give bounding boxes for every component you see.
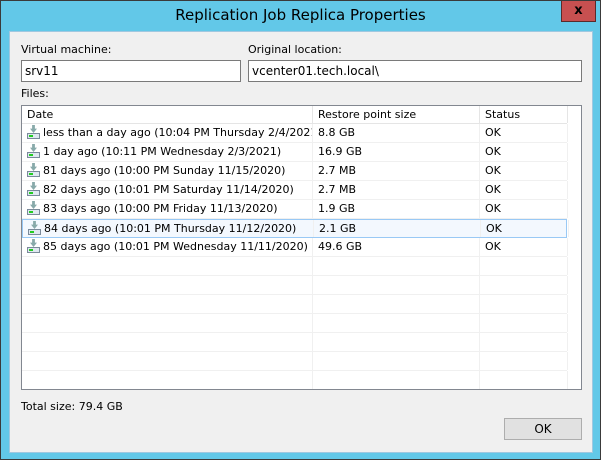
date-text: 83 days ago (10:00 PM Friday 11/13/2020) bbox=[43, 202, 278, 215]
empty-row bbox=[22, 352, 568, 371]
date-cell: 82 days ago (10:01 PM Saturday 11/14/202… bbox=[22, 181, 313, 199]
table-row[interactable]: 1 day ago (10:11 PM Wednesday 2/3/2021) 1… bbox=[22, 143, 568, 162]
ok-button[interactable]: OK bbox=[504, 418, 582, 440]
size-cell: 49.6 GB bbox=[313, 238, 480, 256]
status-cell: OK bbox=[480, 181, 568, 199]
table-row[interactable]: 85 days ago (10:01 PM Wednesday 11/11/20… bbox=[22, 238, 568, 257]
column-header-status[interactable]: Status bbox=[480, 106, 568, 123]
empty-row bbox=[22, 276, 568, 295]
size-cell: 2.7 MB bbox=[313, 181, 480, 199]
date-text: less than a day ago (10:04 PM Thursday 2… bbox=[43, 126, 313, 139]
empty-row bbox=[22, 333, 568, 352]
original-location-label: Original location: bbox=[248, 43, 342, 56]
restore-point-icon bbox=[27, 125, 40, 139]
size-cell: 8.8 GB bbox=[313, 124, 480, 142]
restore-point-icon bbox=[27, 163, 40, 177]
restore-point-icon bbox=[28, 221, 41, 235]
size-cell: 1.9 GB bbox=[313, 200, 480, 218]
empty-row bbox=[22, 314, 568, 333]
date-text: 1 day ago (10:11 PM Wednesday 2/3/2021) bbox=[43, 145, 282, 158]
date-cell: 81 days ago (10:00 PM Sunday 11/15/2020) bbox=[22, 162, 313, 180]
empty-row bbox=[22, 371, 568, 389]
column-header-size[interactable]: Restore point size bbox=[313, 106, 480, 123]
date-text: 82 days ago (10:01 PM Saturday 11/14/202… bbox=[43, 183, 294, 196]
status-cell: OK bbox=[480, 238, 568, 256]
size-cell: 2.1 GB bbox=[314, 220, 481, 237]
date-cell: 83 days ago (10:00 PM Friday 11/13/2020) bbox=[22, 200, 313, 218]
table-row[interactable]: 81 days ago (10:00 PM Sunday 11/15/2020)… bbox=[22, 162, 568, 181]
close-button[interactable]: x bbox=[561, 1, 596, 22]
files-label: Files: bbox=[21, 87, 49, 100]
date-cell: 85 days ago (10:01 PM Wednesday 11/11/20… bbox=[22, 238, 313, 256]
date-text: 85 days ago (10:01 PM Wednesday 11/11/20… bbox=[43, 240, 308, 253]
status-cell: OK bbox=[480, 162, 568, 180]
table-row[interactable]: 82 days ago (10:01 PM Saturday 11/14/202… bbox=[22, 181, 568, 200]
restore-point-icon bbox=[27, 144, 40, 158]
files-table: Date Restore point size Status less than… bbox=[21, 105, 582, 390]
empty-row bbox=[22, 257, 568, 276]
original-location-field[interactable]: vcenter01.tech.local\ bbox=[248, 60, 582, 82]
column-header-date[interactable]: Date bbox=[22, 106, 313, 123]
table-row[interactable]: less than a day ago (10:04 PM Thursday 2… bbox=[22, 124, 568, 143]
date-cell: 84 days ago (10:01 PM Thursday 11/12/202… bbox=[23, 220, 314, 237]
table-header: Date Restore point size Status bbox=[22, 106, 568, 124]
window-title: Replication Job Replica Properties bbox=[175, 6, 426, 24]
dialog-body: Virtual machine: srv11 Original location… bbox=[9, 31, 593, 453]
date-cell: 1 day ago (10:11 PM Wednesday 2/3/2021) bbox=[22, 143, 313, 161]
virtual-machine-label: Virtual machine: bbox=[21, 43, 112, 56]
table-row[interactable]: 83 days ago (10:00 PM Friday 11/13/2020)… bbox=[22, 200, 568, 219]
date-text: 84 days ago (10:01 PM Thursday 11/12/202… bbox=[44, 222, 297, 235]
restore-point-icon bbox=[27, 239, 40, 253]
empty-row bbox=[22, 295, 568, 314]
size-cell: 2.7 MB bbox=[313, 162, 480, 180]
size-cell: 16.9 GB bbox=[313, 143, 480, 161]
date-cell: less than a day ago (10:04 PM Thursday 2… bbox=[22, 124, 313, 142]
restore-point-icon bbox=[27, 182, 40, 196]
status-cell: OK bbox=[480, 124, 568, 142]
status-cell: OK bbox=[481, 220, 569, 237]
date-text: 81 days ago (10:00 PM Sunday 11/15/2020) bbox=[43, 164, 286, 177]
virtual-machine-field[interactable]: srv11 bbox=[21, 60, 241, 82]
restore-point-icon bbox=[27, 201, 40, 215]
table-row[interactable]: 84 days ago (10:01 PM Thursday 11/12/202… bbox=[22, 219, 569, 238]
status-cell: OK bbox=[480, 200, 568, 218]
status-cell: OK bbox=[480, 143, 568, 161]
total-size: Total size: 79.4 GB bbox=[21, 400, 123, 413]
